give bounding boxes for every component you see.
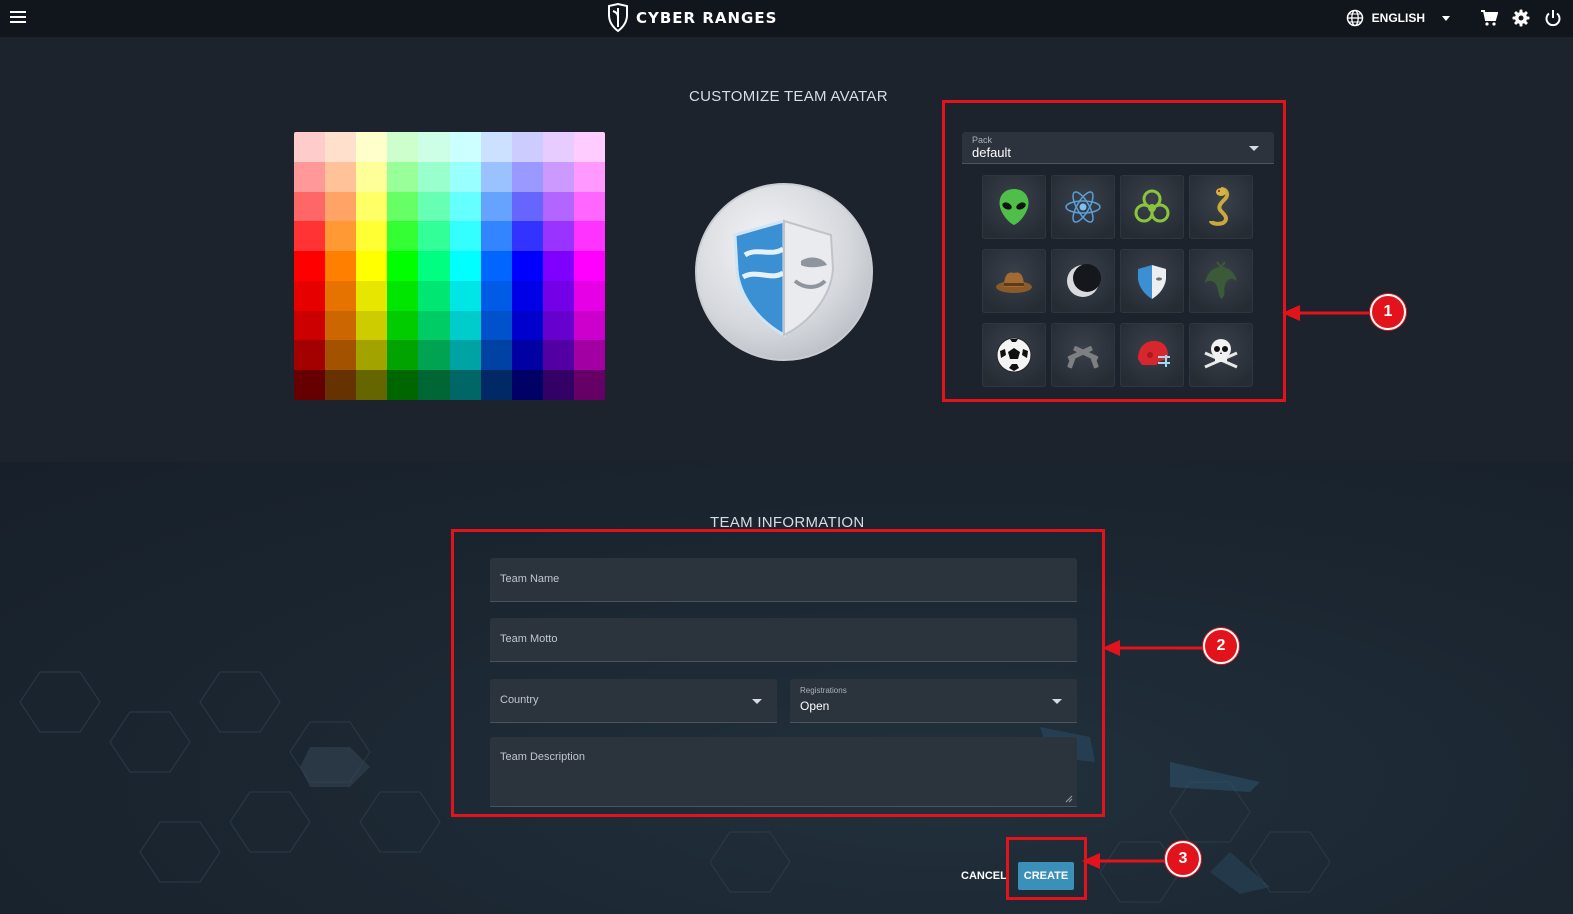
annotation-marker-2: 2 bbox=[1203, 628, 1239, 664]
annotation-marker-3: 3 bbox=[1165, 841, 1201, 877]
annotation-marker-1: 1 bbox=[1370, 294, 1406, 330]
annotation-arrows bbox=[1082, 305, 1370, 869]
